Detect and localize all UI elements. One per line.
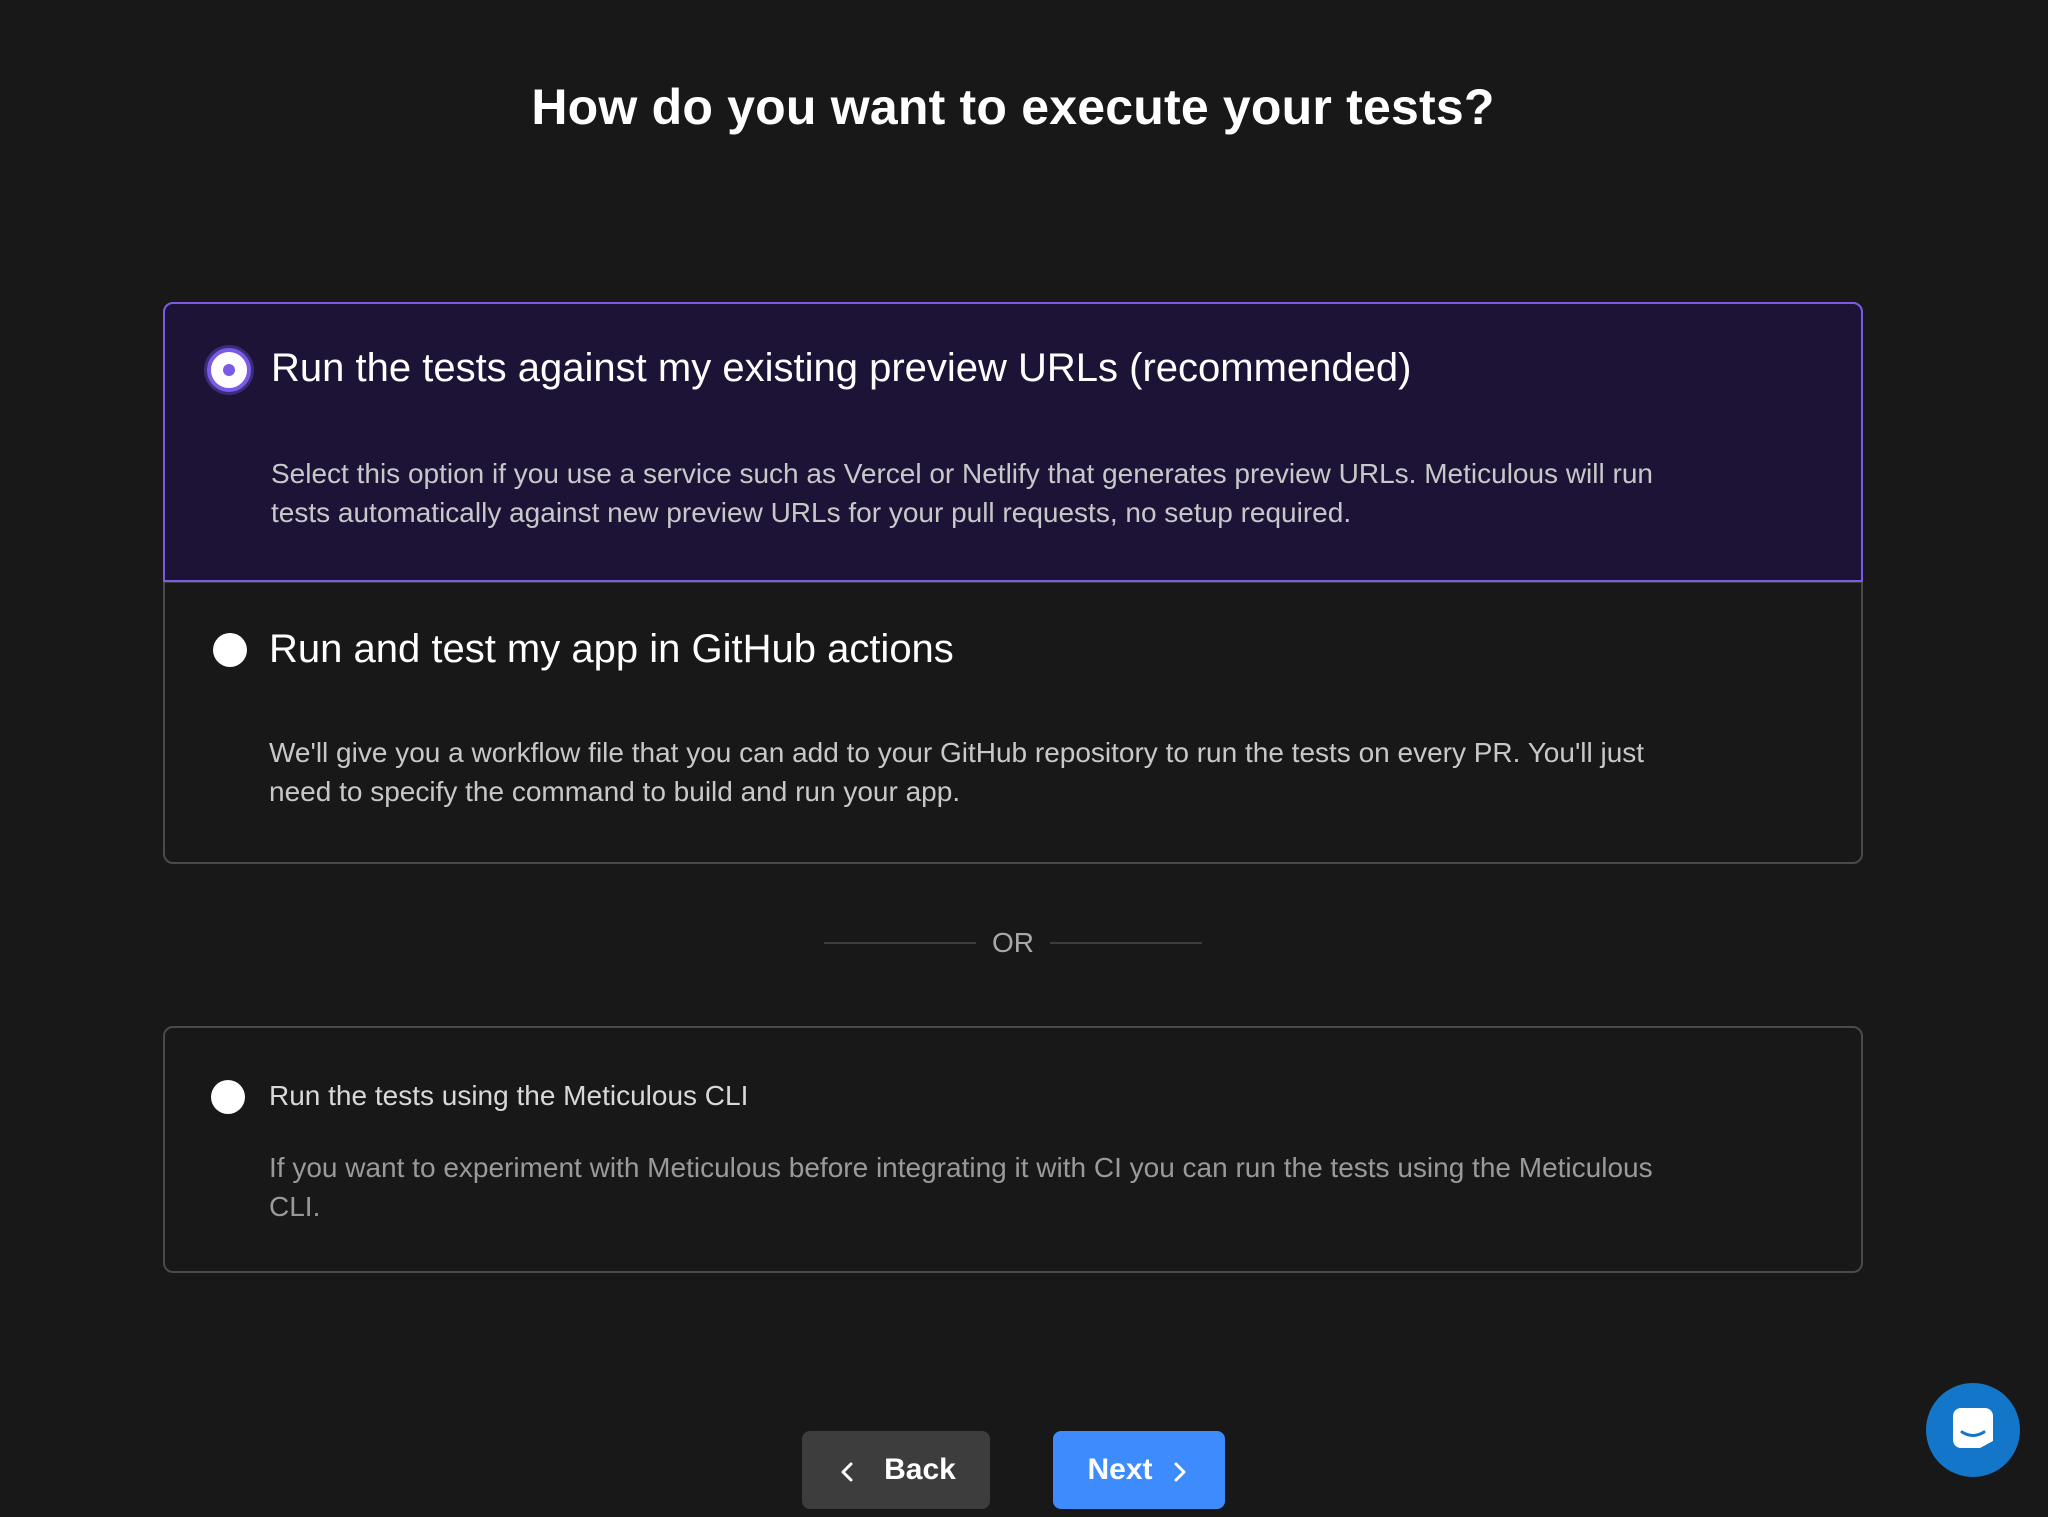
option-github-actions[interactable]: Run and test my app in GitHub actions We…: [165, 582, 1861, 862]
page-title: How do you want to execute your tests?: [531, 79, 1495, 135]
back-button[interactable]: Back: [802, 1431, 990, 1509]
chevron-left-icon: [836, 1458, 860, 1482]
divider-line-right: [1050, 942, 1202, 944]
option-title: Run and test my app in GitHub actions: [269, 627, 954, 671]
chevron-right-icon: [1167, 1458, 1191, 1482]
or-divider: OR: [824, 925, 1202, 961]
next-button-label: Next: [1087, 1453, 1153, 1486]
back-button-label: Back: [884, 1453, 956, 1486]
radio-cli[interactable]: [211, 1080, 245, 1114]
chat-icon: [1950, 1405, 1996, 1456]
option-title: Run the tests against my existing previe…: [271, 346, 1412, 390]
execution-method-page: How do you want to execute your tests? R…: [0, 0, 2048, 1517]
option-title: Run the tests using the Meticulous CLI: [269, 1080, 749, 1111]
radio-github-actions[interactable]: [213, 633, 247, 667]
option-preview-urls[interactable]: Run the tests against my existing previe…: [163, 302, 1863, 582]
option-description: If you want to experiment with Meticulou…: [269, 1152, 1653, 1222]
next-button[interactable]: Next: [1053, 1431, 1225, 1509]
ci-options-group: Run the tests against my existing previe…: [163, 302, 1863, 864]
chat-launcher-button[interactable]: [1926, 1383, 2020, 1477]
option-cli[interactable]: Run the tests using the Meticulous CLI I…: [163, 1026, 1863, 1273]
option-description: Select this option if you use a service …: [271, 458, 1653, 528]
option-description: We'll give you a workflow file that you …: [269, 737, 1645, 807]
radio-preview-urls[interactable]: [207, 348, 251, 392]
